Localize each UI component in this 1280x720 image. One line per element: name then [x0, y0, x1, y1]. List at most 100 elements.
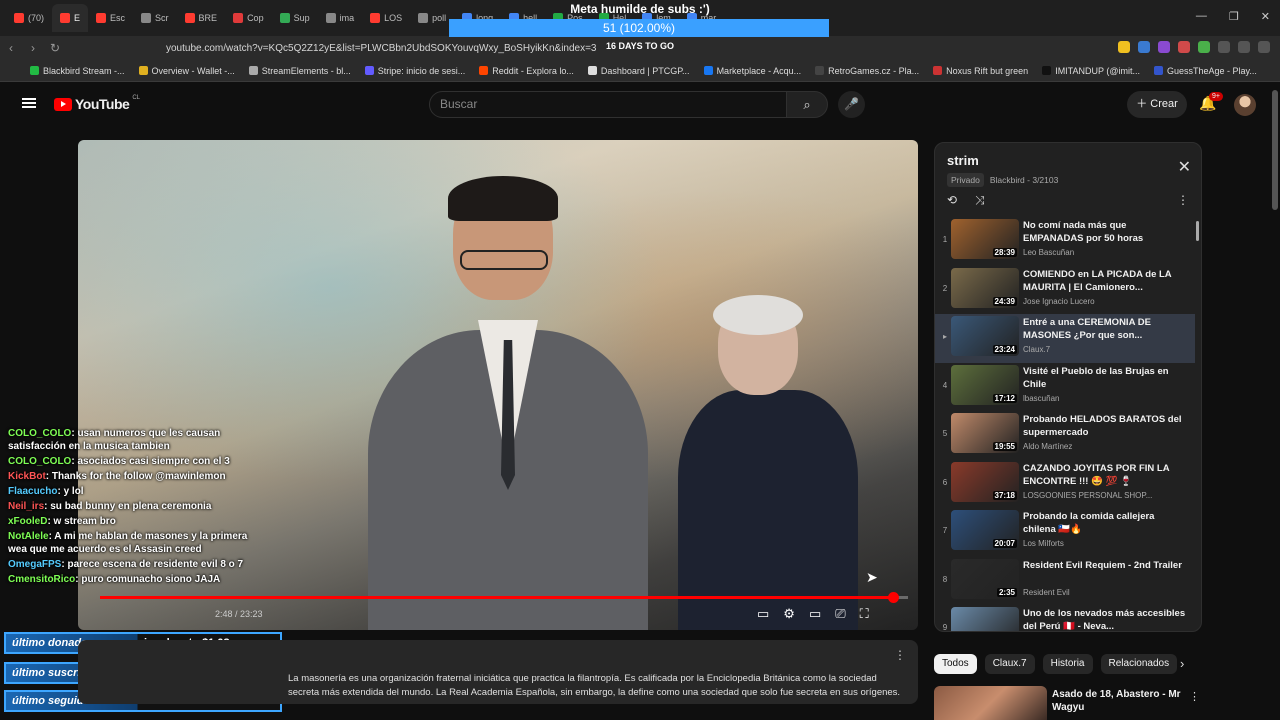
chat-text: : asociados casi siempre con el 3 [71, 456, 230, 467]
more-options-icon[interactable]: ⋮ [894, 648, 906, 662]
chat-text: : Thanks for the follow @mawinlemon [45, 471, 226, 482]
loop-icon[interactable]: ⟲ [947, 193, 957, 207]
bookmark-item[interactable]: StreamElements - bl... [248, 66, 351, 76]
playlist-channel: lbascuñan [1023, 393, 1060, 403]
playlist-video-title[interactable]: COMIENDO en LA PICADA de LA MAURITA | El… [1023, 268, 1188, 294]
recommended-thumbnail[interactable] [934, 686, 1047, 720]
playlist-item[interactable]: 4 17:12 Visité el Pueblo de las Brujas en … [935, 363, 1195, 412]
recommended-menu-icon[interactable]: ⋮ [1189, 690, 1200, 703]
hamburger-menu-icon[interactable] [22, 98, 36, 108]
page-scrollbar[interactable] [1272, 90, 1278, 210]
video-description[interactable]: La masonería es una organización fratern… [78, 640, 918, 704]
privacy-badge: Privado [947, 173, 984, 187]
playlist-title[interactable]: strim [947, 153, 979, 168]
youtube-logo[interactable]: YouTube CL [54, 95, 140, 112]
playlist-video-title[interactable]: Visité el Pueblo de las Brujas en Chile [1023, 365, 1188, 391]
search-input[interactable]: Buscar [429, 91, 787, 118]
subtitles-icon[interactable]: ▭ [757, 606, 769, 622]
chat-message: OmegaFPS: parece escena de residente evi… [0, 557, 262, 572]
playlist-item-index: ▸ [942, 332, 947, 341]
playlist-video-title[interactable]: CAZANDO JOYITAS POR FIN LA ENCONTRE !!! … [1023, 462, 1188, 488]
recommended-video[interactable]: Asado de 18, Abastero - Mr Wagyu ⋮ [934, 686, 1202, 720]
bookmark-label: Blackbird Stream -... [43, 65, 125, 76]
playlist-item[interactable]: 9 Uno de los nevados más accesibles del P… [935, 605, 1195, 631]
filter-chip[interactable]: Claux.7 [984, 654, 1035, 674]
bookmark-item[interactable]: IMITANDUP (@imit... [1042, 66, 1140, 76]
bookmark-favicon-icon [933, 66, 943, 75]
bookmark-item[interactable]: Blackbird Stream -... [30, 66, 125, 76]
recommended-title[interactable]: Asado de 18, Abastero - Mr Wagyu [1052, 688, 1182, 714]
sub-goal-progress: 51 (102.00%) [449, 19, 829, 37]
chat-message: KickBot: Thanks for the follow @mawinlem… [0, 469, 262, 484]
playlist-item[interactable]: 7 20:07 Probando la comida callejera chile… [935, 508, 1195, 557]
playlist-menu-icon[interactable]: ⋮ [1177, 193, 1189, 207]
search-button[interactable]: ⌕ [786, 91, 828, 118]
bookmark-item[interactable]: Overview - Wallet -... [138, 65, 235, 76]
playlist-item[interactable]: 6 37:18 CAZANDO JOYITAS POR FIN LA ENCONTR… [935, 460, 1195, 509]
notification-badge: 9+ [1209, 92, 1223, 101]
sub-goal-days: 16 DAYS TO GO [605, 41, 675, 51]
playlist-item[interactable]: 5 19:55 Probando HELADOS BARATOS del super… [935, 411, 1195, 460]
cast-icon[interactable]: ⎚ [835, 606, 845, 622]
chat-message: COLO_COLO: asociados casi siempre con el… [0, 454, 262, 469]
avatar[interactable] [1234, 94, 1256, 116]
playlist-item[interactable]: 2 24:39 COMIENDO en LA PICADA de LA MAURIT… [935, 266, 1195, 315]
bookmark-item[interactable]: Marketplace - Acqu... [703, 66, 801, 76]
chat-message: xFooleD: w stream bro [0, 514, 262, 529]
playlist-thumbnail[interactable]: 19:55 [951, 413, 1019, 453]
chat-message: COLO_COLO: usan numeros que les causan s… [0, 426, 262, 454]
playlist-thumbnail[interactable]: 2:35 [951, 558, 1019, 599]
bookmark-item[interactable]: Stripe: inicio de sesi... [364, 65, 466, 76]
theater-mode-icon[interactable]: ▭ [809, 606, 821, 622]
video-duration: 2:35 [996, 587, 1017, 597]
bookmark-item[interactable]: RetroGames.cz - Pla... [815, 66, 919, 76]
playlist-list: 1 28:39 No comí nada más que EMPANADAS por… [935, 217, 1195, 631]
chat-username: COLO_COLO [8, 428, 72, 439]
playlist-owner-progress: Blackbird - 3/2103 [989, 175, 1059, 185]
bookmark-item[interactable]: Dashboard | PTCGP... [587, 66, 690, 76]
bookmark-item[interactable]: Reddit - Explora lo... [479, 66, 574, 76]
playlist-video-title[interactable]: No comí nada más que EMPANADAS por 50 ho… [1023, 219, 1188, 245]
chevron-right-icon[interactable]: › [1180, 656, 1184, 671]
playlist-item-index: 6 [942, 477, 948, 487]
playlist-thumbnail[interactable]: 23:24 [951, 316, 1019, 356]
playlist-video-title[interactable]: Uno de los nevados más accesibles del Pe… [1023, 607, 1188, 631]
playlist-scrollbar[interactable] [1196, 221, 1199, 241]
playlist-channel: Aldo Martínez [1023, 442, 1073, 451]
bookmark-label: Overview - Wallet -... [151, 65, 235, 76]
bookmark-favicon-icon [30, 66, 39, 75]
playlist-item[interactable]: ▸ 23:24 Entré a una CEREMONIA DE MASONES ¿… [935, 314, 1195, 363]
voice-search-button[interactable]: 🎤 [838, 91, 865, 118]
playlist-thumbnail[interactable]: 24:39 [951, 267, 1019, 308]
video-duration: 23:24 [992, 345, 1017, 354]
playlist-video-title[interactable]: Probando HELADOS BARATOS del supermercad… [1023, 413, 1188, 439]
playlist-video-title[interactable]: Entré a una CEREMONIA DE MASONES ¿Por qu… [1023, 316, 1188, 342]
playlist-thumbnail[interactable]: 17:12 [951, 364, 1019, 405]
youtube-logo-text: YouTube [75, 96, 130, 112]
bookmark-item[interactable]: GuessTheAge - Play... [1154, 66, 1257, 76]
playlist-item[interactable]: 8 2:35 Resident Evil Requiem - 2nd Trailer… [935, 557, 1195, 606]
filter-chip[interactable]: Historia [1042, 654, 1093, 674]
video-duration: 24:39 [992, 296, 1017, 306]
playlist-thumbnail[interactable]: 20:07 [951, 510, 1019, 550]
playlist-item[interactable]: 1 28:39 No comí nada más que EMPANADAS por… [935, 217, 1195, 266]
fullscreen-icon[interactable]: ⛶ [860, 606, 869, 622]
playlist-thumbnail[interactable]: 28:39 [951, 219, 1019, 259]
chat-username: COLO_COLO [8, 456, 72, 467]
chat-text: : su bad bunny en plena ceremonia [44, 501, 212, 512]
playlist-video-title[interactable]: Resident Evil Requiem - 2nd Trailer [1023, 559, 1188, 572]
bookmark-label: Stripe: inicio de sesi... [377, 65, 466, 76]
playlist-video-title[interactable]: Probando la comida callejera chilena 🇨🇱🔥 [1023, 510, 1188, 536]
filter-chip[interactable]: Relacionados [1100, 654, 1178, 674]
close-icon[interactable]: ✕ [1178, 157, 1191, 177]
filter-chip[interactable]: Todos [934, 654, 977, 674]
playlist-thumbnail[interactable]: 37:18 [951, 461, 1019, 502]
playlist-thumbnail[interactable] [951, 607, 1019, 631]
create-button[interactable]: ＋ Crear [1127, 91, 1187, 118]
bookmark-item[interactable]: Noxus Rift but green [933, 66, 1028, 76]
bookmark-favicon-icon [364, 66, 374, 75]
create-label: Crear [1150, 98, 1178, 110]
shuffle-icon[interactable]: ⤨ [975, 193, 985, 208]
settings-gear-icon[interactable]: ⚙ [783, 606, 795, 622]
chat-username: Neil_irs [8, 501, 45, 512]
